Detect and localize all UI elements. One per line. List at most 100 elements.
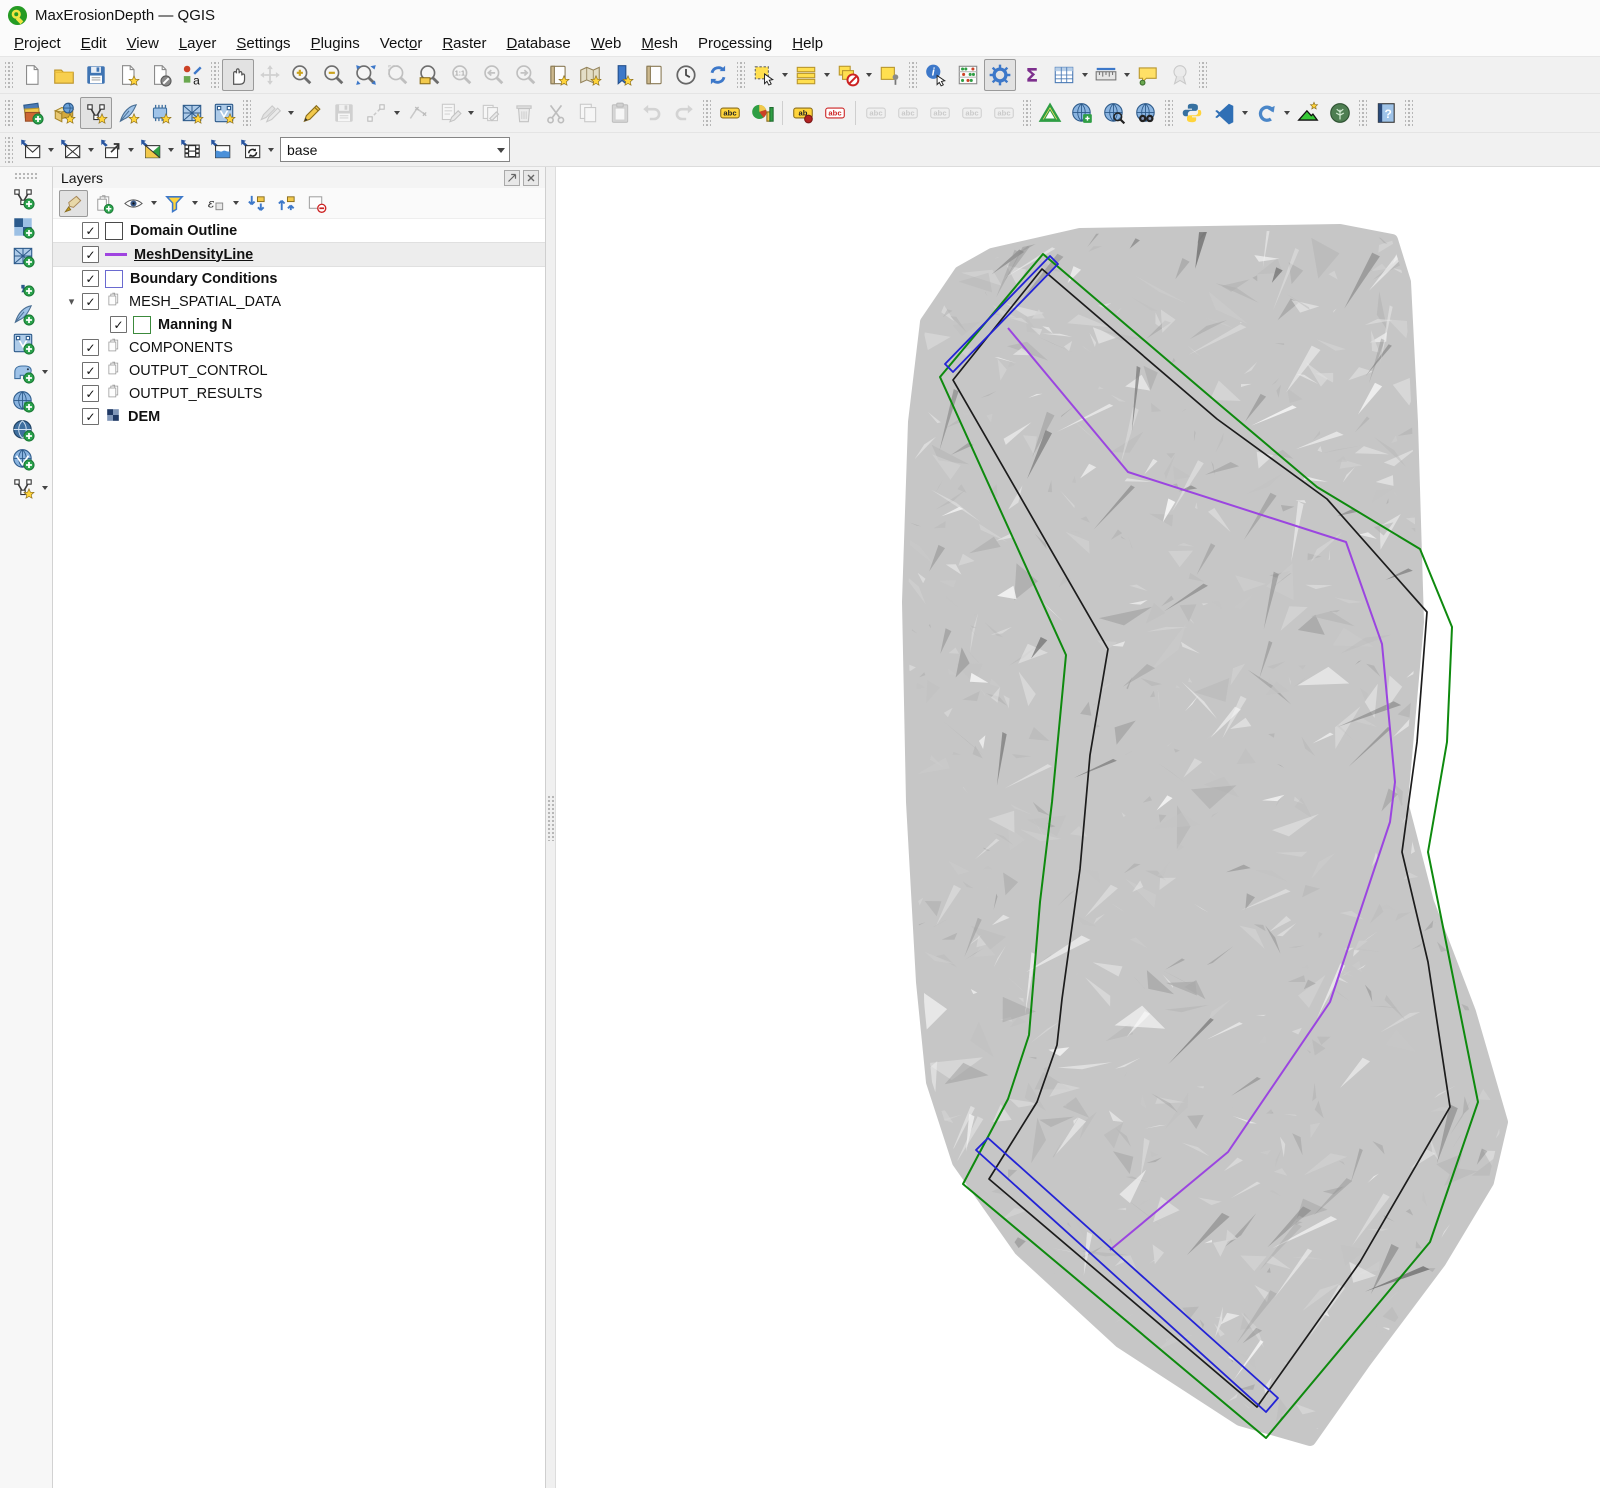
layer-label[interactable]: MeshDensityLine	[134, 247, 253, 263]
toolbar-grip[interactable]	[909, 62, 917, 88]
plugin-import-attributes-dropdown[interactable]	[86, 135, 96, 165]
select-features-by-value-dropdown[interactable]	[822, 60, 832, 90]
toolbar-grip[interactable]	[1359, 100, 1367, 126]
plugin-style-layers-button[interactable]	[136, 135, 166, 165]
deselect-features-button[interactable]	[832, 59, 864, 91]
add-group-button[interactable]	[89, 190, 118, 217]
menu-database[interactable]: Database	[497, 32, 581, 55]
profile-tool-button[interactable]	[1292, 97, 1324, 129]
filter-legend-dropdown[interactable]	[190, 191, 200, 216]
toolbar-grip[interactable]	[211, 62, 219, 88]
open-attribute-table-button[interactable]	[1048, 59, 1080, 91]
dxf2shp-converter-button[interactable]	[1034, 97, 1066, 129]
new-print-layout-button[interactable]	[112, 59, 144, 91]
select-features-button[interactable]	[748, 59, 780, 91]
layer-label[interactable]: Manning N	[158, 317, 232, 333]
metasearch-button[interactable]	[1098, 97, 1130, 129]
line-symbol-swatch[interactable]	[105, 253, 127, 256]
select-by-location-button[interactable]	[874, 59, 906, 91]
plugin-reloader-dropdown[interactable]	[1282, 98, 1292, 128]
layer-diagram-options-button[interactable]	[746, 97, 778, 129]
layer-row-manning-n[interactable]: ✓ Manning N	[53, 313, 545, 336]
add-postgis-layer-dropdown[interactable]	[40, 357, 50, 387]
plugin-builder-button[interactable]	[1324, 97, 1356, 129]
active-mesh-combobox[interactable]: base	[280, 137, 510, 162]
highlight-pinned-labels-button[interactable]: abc	[819, 97, 851, 129]
plugin-import-attributes-button[interactable]	[56, 135, 86, 165]
new-bookmark-button[interactable]	[542, 59, 574, 91]
add-postgis-layer-button[interactable]	[6, 357, 40, 387]
toggle-editing-button[interactable]	[296, 97, 328, 129]
manage-map-themes-dropdown[interactable]	[149, 191, 159, 216]
zoom-to-layer-button[interactable]	[414, 59, 446, 91]
new-spatialite-layer-button[interactable]	[112, 97, 144, 129]
toolbar-grip[interactable]	[1199, 62, 1207, 88]
fill-symbol-swatch[interactable]	[105, 270, 123, 288]
code-editor-dropdown[interactable]	[1240, 98, 1250, 128]
layer-visibility-checkbox[interactable]: ✓	[82, 270, 99, 287]
plugin-reloader-button[interactable]	[1250, 97, 1282, 129]
filter-legend-expression-dropdown[interactable]	[231, 191, 241, 216]
panel-splitter[interactable]	[546, 167, 556, 1488]
show-spatial-bookmarks-button[interactable]	[638, 59, 670, 91]
menu-help[interactable]: Help	[782, 32, 833, 55]
new-temporary-scratch-layer-button[interactable]	[208, 97, 240, 129]
statistical-summary-button[interactable]	[952, 59, 984, 91]
fill-symbol-swatch[interactable]	[105, 222, 123, 240]
processing-toolbox-button[interactable]	[984, 59, 1016, 91]
add-wcs-layer-button[interactable]	[6, 415, 40, 445]
osm-place-search-button[interactable]	[1130, 97, 1162, 129]
identify-features-button[interactable]: i	[920, 59, 952, 91]
filter-legend-button[interactable]	[160, 190, 189, 217]
layer-row-output-results[interactable]: ✓OUTPUT_RESULTS	[53, 382, 545, 405]
menu-raster[interactable]: Raster	[432, 32, 496, 55]
toolbar-grip[interactable]	[5, 137, 13, 163]
new-vector-layer-button[interactable]	[6, 473, 40, 503]
new-mesh-layer-button[interactable]	[176, 97, 208, 129]
select-features-by-value-button[interactable]	[790, 59, 822, 91]
layer-row-components[interactable]: ✓COMPONENTS	[53, 336, 545, 359]
temporal-controller-button[interactable]	[670, 59, 702, 91]
layer-visibility-checkbox[interactable]: ✓	[82, 222, 99, 239]
toolbar-grip[interactable]	[1405, 100, 1413, 126]
expand-arrow-icon[interactable]: ▾	[61, 295, 82, 308]
layer-row-domain-outline[interactable]: ✓Domain Outline	[53, 219, 545, 242]
refresh-map-button[interactable]	[702, 59, 734, 91]
add-spatialite-layer-button[interactable]	[6, 299, 40, 329]
add-mesh-layer-button[interactable]	[6, 241, 40, 271]
plugin-style-layers-dropdown[interactable]	[166, 135, 176, 165]
float-panel-button[interactable]	[504, 170, 520, 186]
show-statistics-button[interactable]: Σ	[1016, 59, 1048, 91]
layer-label[interactable]: DEM	[128, 409, 160, 425]
menu-processing[interactable]: Processing	[688, 32, 782, 55]
layer-label[interactable]: OUTPUT_RESULTS	[129, 386, 262, 402]
plugin-reload-data-dropdown[interactable]	[266, 135, 276, 165]
zoom-out-button[interactable]	[318, 59, 350, 91]
menu-vector[interactable]: Vector	[370, 32, 433, 55]
pin-unpin-labels-button[interactable]: ab	[787, 97, 819, 129]
plugin-flood-tool-button[interactable]	[206, 135, 236, 165]
filter-legend-expression-button[interactable]: ε	[201, 190, 230, 217]
layer-row-output-control[interactable]: ✓OUTPUT_CONTROL	[53, 359, 545, 382]
qgis-resource-sharing-button[interactable]	[1066, 97, 1098, 129]
save-project-button[interactable]	[80, 59, 112, 91]
code-editor-button[interactable]	[1208, 97, 1240, 129]
add-wms-layer-button[interactable]	[6, 386, 40, 416]
menu-mesh[interactable]: Mesh	[631, 32, 688, 55]
data-source-manager-button[interactable]	[16, 97, 48, 129]
show-layout-manager-button[interactable]	[144, 59, 176, 91]
layer-visibility-checkbox[interactable]: ✓	[110, 316, 127, 333]
plugin-import-empty-file-button[interactable]	[16, 135, 46, 165]
zoom-in-button[interactable]	[286, 59, 318, 91]
menu-plugins[interactable]: Plugins	[301, 32, 370, 55]
python-console-button[interactable]	[1176, 97, 1208, 129]
layer-visibility-checkbox[interactable]: ✓	[82, 408, 99, 425]
manage-map-themes-button[interactable]	[119, 190, 148, 217]
layer-labeling-options-button[interactable]: abc	[714, 97, 746, 129]
new-map-view-button[interactable]	[574, 59, 606, 91]
close-panel-button[interactable]	[523, 170, 539, 186]
plugin-reload-data-button[interactable]	[236, 135, 266, 165]
layer-label[interactable]: COMPONENTS	[129, 340, 233, 356]
expand-all-button[interactable]	[242, 190, 271, 217]
add-virtual-layer-button[interactable]	[6, 328, 40, 358]
